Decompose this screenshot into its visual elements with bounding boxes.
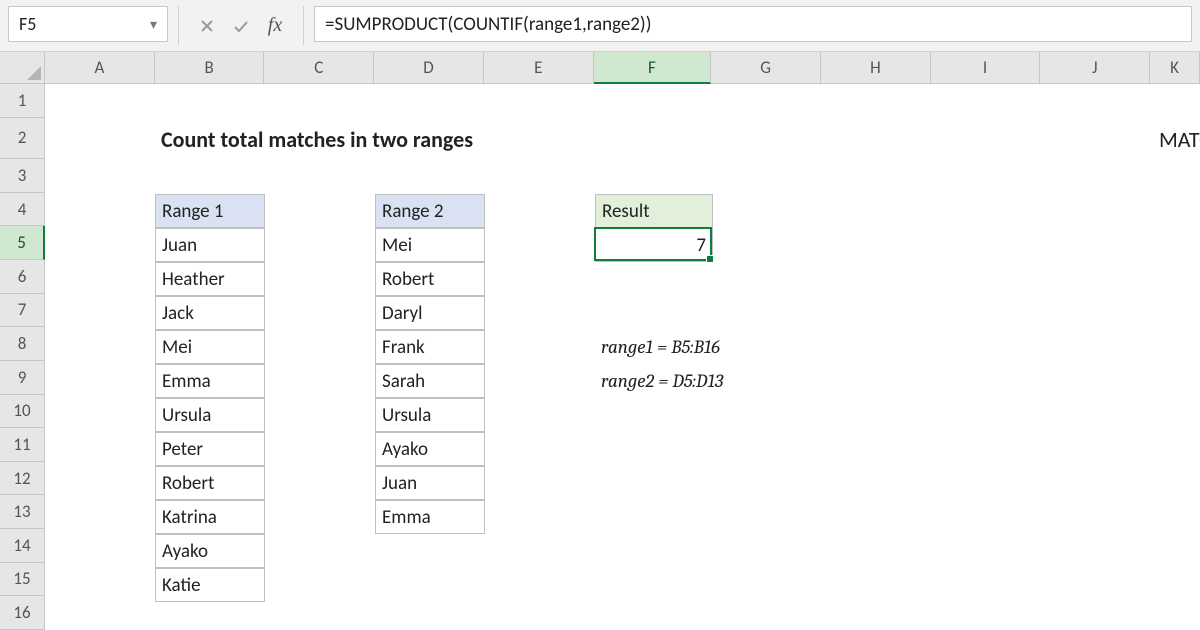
row-header-5[interactable]: 5 [0,226,45,260]
divider [178,6,179,45]
range2-cell[interactable]: Emma [375,500,485,534]
range1-cell[interactable]: Heather [155,262,265,296]
range2-cell[interactable]: Daryl [375,296,485,330]
row-header-2[interactable]: 2 [0,118,45,160]
range1-cell[interactable]: Ursula [155,398,265,432]
range2-cell[interactable]: Frank [375,330,485,364]
select-all-corner[interactable] [0,52,45,84]
cancel-icon[interactable] [197,8,217,44]
row-header-11[interactable]: 11 [0,428,45,462]
row-header-1[interactable]: 1 [0,84,45,118]
column-header-D[interactable]: D [374,52,484,84]
name-box-value: F5 [19,13,36,35]
row-header-7[interactable]: 7 [0,294,45,328]
row-header-12[interactable]: 12 [0,462,45,496]
row-header-16[interactable]: 16 [0,596,45,630]
column-header-E[interactable]: E [484,52,594,84]
formula-bar-buttons: fx [189,6,293,45]
row-header-8[interactable]: 8 [0,327,45,361]
range2-header: Range 2 [375,194,485,228]
row-header-10[interactable]: 10 [0,395,45,429]
range1-cell[interactable]: Katrina [155,500,265,534]
range1-cell[interactable]: Peter [155,432,265,466]
range2-cell[interactable]: Sarah [375,364,485,398]
row-header-13[interactable]: 13 [0,495,45,529]
row-header-14[interactable]: 14 [0,529,45,563]
range1-cell[interactable]: Ayako [155,534,265,568]
fx-icon[interactable]: fx [265,8,285,44]
row-header-15[interactable]: 15 [0,563,45,597]
column-header-C[interactable]: C [264,52,374,84]
range2-cell[interactable]: Mei [375,228,485,262]
note-range1: range1 = B5:B16 [595,330,933,364]
range1-cell[interactable]: Jack [155,296,265,330]
cells-area: Count total matches in two ranges MATC Ran… [45,84,1200,630]
range2-cell[interactable]: Juan [375,466,485,500]
formula-input[interactable]: =SUMPRODUCT(COUNTIF(range1,range2)) [314,6,1192,42]
column-header-F[interactable]: F [594,52,712,84]
column-header-I[interactable]: I [931,52,1041,84]
formula-text: =SUMPRODUCT(COUNTIF(range1,range2)) [325,13,651,36]
range2-cell[interactable]: Ursula [375,398,485,432]
range1-cell[interactable]: Katie [155,568,265,602]
column-header-A[interactable]: A [45,52,155,84]
range1-cell[interactable]: Emma [155,364,265,398]
result-header: Result [595,194,713,228]
name-box[interactable]: F5 ▾ [8,6,168,42]
column-header-K[interactable]: K [1150,52,1200,84]
range1-cell[interactable]: Mei [155,330,265,364]
range2-cell[interactable]: Ayako [375,432,485,466]
match-label: MATC [1153,118,1200,160]
column-header-B[interactable]: B [155,52,265,84]
divider [303,6,304,45]
range1-header: Range 1 [155,194,265,228]
column-header-H[interactable]: H [821,52,931,84]
page-title: Count total matches in two ranges [155,118,595,160]
enter-icon[interactable] [231,8,251,44]
column-header-G[interactable]: G [711,52,821,84]
row-header-6[interactable]: 6 [0,260,45,294]
chevron-down-icon[interactable]: ▾ [150,16,157,33]
range1-cell[interactable]: Robert [155,466,265,500]
formula-bar: F5 ▾ fx =SUMPRODUCT(COUNTIF(range1,range… [0,0,1200,52]
note-range2: range2 = D5:D13 [595,364,933,398]
row-headers: 12345678910111213141516 [0,84,45,630]
column-header-J[interactable]: J [1040,52,1150,84]
range1-cell[interactable]: Juan [155,228,265,262]
row-header-3[interactable]: 3 [0,159,45,193]
row-header-9[interactable]: 9 [0,361,45,395]
row-header-4[interactable]: 4 [0,193,45,227]
result-cell[interactable]: 7 [595,228,713,262]
spreadsheet-grid[interactable]: ABCDEFGHIJK 12345678910111213141516 Coun… [0,52,1200,630]
column-headers: ABCDEFGHIJK [45,52,1200,84]
range2-cell[interactable]: Robert [375,262,485,296]
